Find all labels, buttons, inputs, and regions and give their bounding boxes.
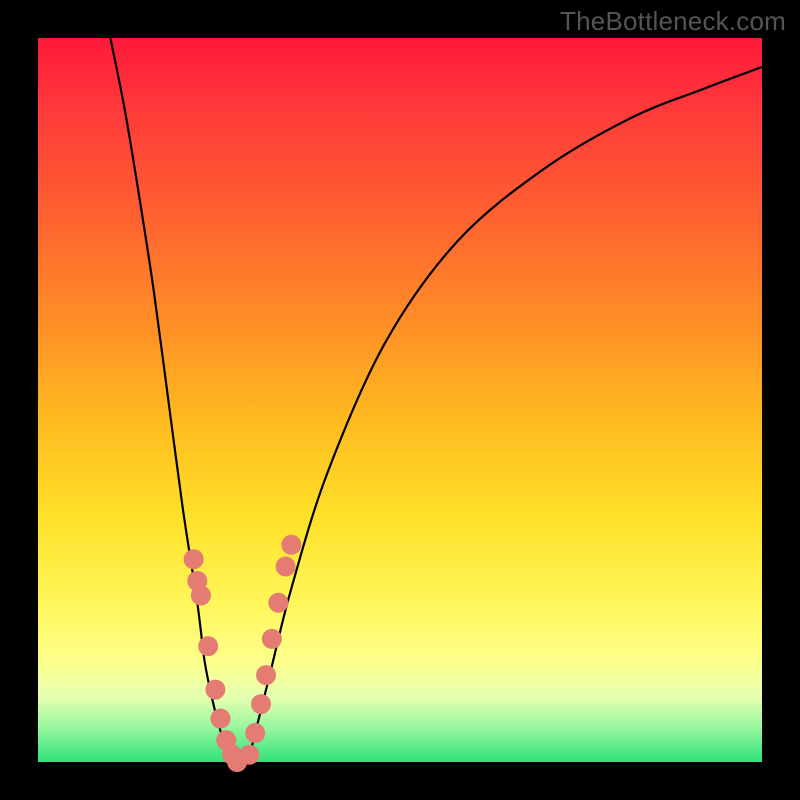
data-dot: [239, 745, 259, 765]
data-dot: [281, 535, 301, 555]
data-dot: [262, 629, 282, 649]
data-dot: [198, 636, 218, 656]
data-dot: [245, 723, 265, 743]
data-dot: [210, 709, 230, 729]
plot-area: [38, 38, 762, 762]
data-dot: [256, 665, 276, 685]
data-dot: [191, 585, 211, 605]
dot-markers-right: [239, 535, 301, 765]
data-dot: [276, 557, 296, 577]
watermark-text: TheBottleneck.com: [560, 6, 786, 37]
data-dot: [184, 549, 204, 569]
chart-frame: TheBottleneck.com: [0, 0, 800, 800]
data-dot: [251, 694, 271, 714]
curve-layer: [38, 38, 762, 762]
right-branch-curve: [248, 67, 762, 762]
data-dot: [205, 680, 225, 700]
dot-markers-left: [184, 549, 247, 772]
data-dot: [268, 593, 288, 613]
